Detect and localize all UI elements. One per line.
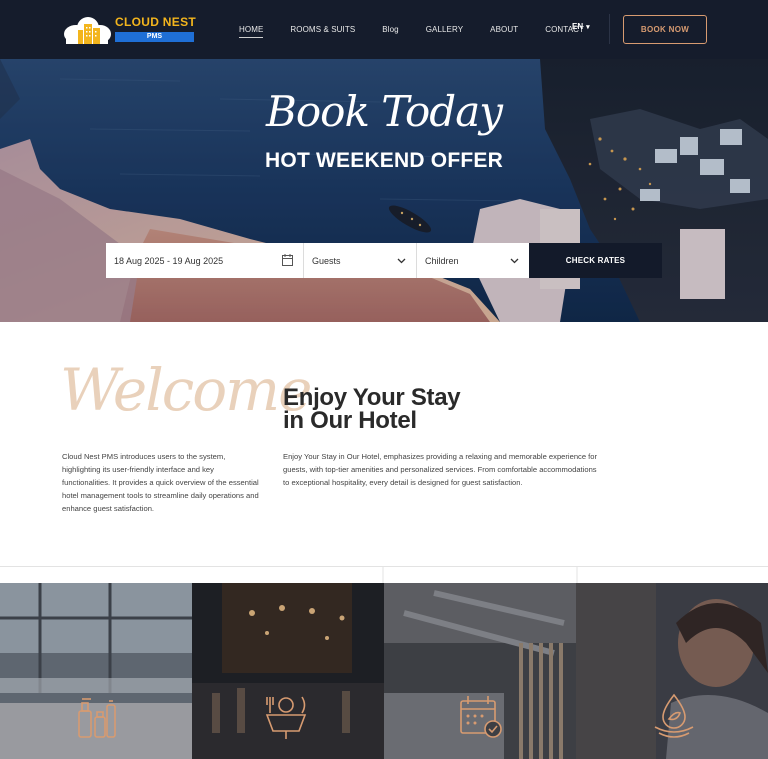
dining-icon bbox=[265, 696, 307, 739]
check-rates-button[interactable]: CHECK RATES bbox=[529, 243, 662, 278]
menu-item-rooms[interactable]: ROOMS & SUITS bbox=[290, 25, 355, 34]
calendar-icon bbox=[460, 696, 502, 738]
guests-select[interactable]: Guests bbox=[304, 243, 417, 278]
children-value: Children bbox=[425, 256, 459, 266]
menu-item-gallery[interactable]: GALLERY bbox=[426, 25, 463, 34]
feature-tile-amenities[interactable] bbox=[0, 583, 192, 759]
top-navbar: CLOUD NEST PMS HOME ROOMS & SUITS Blog G… bbox=[0, 0, 768, 59]
nav-divider bbox=[609, 14, 610, 44]
spa-icon bbox=[654, 693, 694, 738]
date-range-value: 18 Aug 2025 - 19 Aug 2025 bbox=[114, 256, 224, 266]
section-title-line2: in Our Hotel bbox=[283, 407, 417, 434]
booking-form: 18 Aug 2025 - 19 Aug 2025 Guests Childre… bbox=[106, 243, 662, 278]
chevron-down-icon: ▾ bbox=[586, 24, 590, 31]
intro-paragraph: Cloud Nest PMS introduces users to the s… bbox=[62, 452, 259, 513]
section-title-line1: Enjoy Your Stay bbox=[283, 384, 461, 411]
toiletries-icon bbox=[78, 698, 116, 738]
date-range-field[interactable]: 18 Aug 2025 - 19 Aug 2025 bbox=[106, 243, 304, 278]
features-top-strip bbox=[0, 566, 768, 583]
main-menu: HOME ROOMS & SUITS Blog GALLERY ABOUT CO… bbox=[239, 22, 611, 38]
guests-value: Guests bbox=[312, 256, 341, 266]
logo[interactable]: CLOUD NEST PMS bbox=[62, 12, 196, 46]
cloud-building-icon bbox=[64, 17, 111, 44]
hero-banner: Book Today HOT WEEKEND OFFER 18 Aug 2025… bbox=[0, 59, 768, 322]
logo-subtitle: PMS bbox=[115, 32, 194, 42]
calendar-icon bbox=[282, 254, 293, 266]
book-now-button[interactable]: BOOK NOW bbox=[623, 15, 707, 44]
hero-title: HOT WEEKEND OFFER bbox=[265, 149, 503, 172]
feature-tile-spa[interactable] bbox=[576, 583, 768, 759]
welcome-script-heading: Welcome bbox=[60, 356, 312, 424]
language-label: EN bbox=[572, 22, 584, 31]
chevron-down-icon bbox=[397, 258, 406, 264]
section-title: Enjoy Your Stay in Our Hotel bbox=[283, 384, 461, 434]
menu-item-about[interactable]: ABOUT bbox=[490, 25, 518, 34]
menu-item-blog[interactable]: Blog bbox=[382, 25, 398, 34]
language-selector[interactable]: EN ▾ bbox=[572, 22, 590, 31]
chevron-down-icon bbox=[510, 258, 519, 264]
section-paragraph: Enjoy Your Stay in Our Hotel, emphasizes… bbox=[283, 452, 598, 487]
children-select[interactable]: Children bbox=[417, 243, 529, 278]
feature-tile-dining[interactable] bbox=[192, 583, 384, 759]
menu-item-home[interactable]: HOME bbox=[239, 25, 264, 38]
hero-script-heading: Book Today bbox=[266, 87, 503, 136]
feature-tile-booking[interactable] bbox=[384, 583, 576, 759]
logo-name: CLOUD NEST bbox=[115, 15, 196, 29]
